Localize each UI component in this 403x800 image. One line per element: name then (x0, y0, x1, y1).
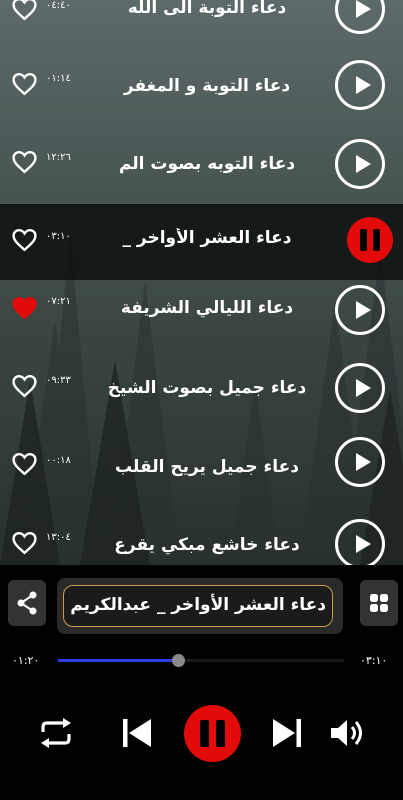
playlist-row[interactable]: ٠٧:٢١ دعاء الليالي الشريفة (0, 272, 403, 348)
playlist: ٠٤:٤٠ دعاء التوبة الى الله ٠١:١٤ دعاء ال… (0, 0, 403, 565)
track-title[interactable]: دعاء خاشع مبكي يقرع (92, 535, 322, 555)
track-title[interactable]: دعاء التوبه بصوت الم (92, 154, 322, 174)
play-button[interactable] (335, 363, 385, 413)
track-duration: ٠٩:٣٣ (46, 375, 71, 386)
pause-button-main[interactable] (184, 705, 241, 762)
play-icon (356, 301, 371, 319)
play-icon (356, 155, 371, 173)
play-button[interactable] (335, 60, 385, 110)
playlist-row[interactable]: ٠٤:٤٠ دعاء التوبة الى الله (0, 0, 403, 46)
track-duration: ٠٣:١٠ (46, 231, 71, 242)
track-duration: ٠٧:٢١ (46, 296, 71, 307)
play-icon (356, 76, 371, 94)
share-button[interactable] (8, 580, 46, 626)
favorite-heart-icon[interactable] (11, 296, 38, 320)
track-title[interactable]: دعاء التوبة الى الله (92, 0, 322, 18)
pause-button[interactable] (347, 217, 393, 263)
play-button[interactable] (335, 139, 385, 189)
track-duration: ١٢:٢٦ (46, 152, 71, 163)
skip-previous-icon (123, 719, 151, 747)
playlist-row[interactable]: ١٣:٠٤ دعاء خاشع مبكي يقرع (0, 506, 403, 565)
track-title[interactable]: دعاء الليالي الشريفة (92, 298, 322, 318)
pause-icon (200, 720, 209, 747)
favorite-heart-icon[interactable] (11, 374, 38, 398)
track-title[interactable]: دعاء جميل بصوت الشيخ (92, 378, 322, 398)
grid-icon (370, 594, 388, 612)
next-button[interactable] (270, 716, 304, 750)
previous-button[interactable] (120, 716, 154, 750)
play-icon (356, 379, 371, 397)
track-duration: ٠٠:١٨ (46, 455, 71, 466)
playlist-row[interactable]: ٠٠:١٨ دعاء جميل يريح القلب (0, 428, 403, 504)
track-title[interactable]: دعاء جميل يريح القلب (92, 457, 322, 477)
favorite-heart-icon[interactable] (11, 150, 38, 174)
share-icon (17, 591, 37, 615)
skip-next-icon (273, 719, 301, 747)
play-button[interactable] (335, 519, 385, 565)
elapsed-time: ٠١:٢٠ (12, 654, 40, 667)
seek-thumb[interactable] (172, 654, 185, 667)
track-title[interactable]: دعاء التوبة و المغفر (92, 76, 322, 96)
favorite-heart-icon[interactable] (11, 72, 38, 96)
favorite-heart-icon[interactable] (11, 0, 38, 21)
play-button[interactable] (335, 285, 385, 335)
play-button[interactable] (335, 437, 385, 487)
volume-button[interactable] (328, 716, 366, 750)
playlist-row[interactable]: ٠٩:٣٣ دعاء جميل بصوت الشيخ (0, 350, 403, 426)
playlist-row-active[interactable]: ٠٣:١٠ دعاء العشر الأواخر _ (0, 204, 403, 280)
track-duration: ١٣:٠٤ (46, 532, 71, 543)
play-icon (356, 453, 371, 471)
track-title[interactable]: دعاء العشر الأواخر _ (92, 228, 322, 248)
pause-icon (360, 229, 367, 251)
volume-icon (331, 720, 362, 746)
now-playing-panel: دعاء العشر الأواخر _ عبدالكريم (57, 578, 343, 634)
seek-bar-progress (58, 659, 178, 662)
play-icon (356, 0, 371, 18)
playlist-row[interactable]: ٠١:١٤ دعاء التوبة و المغفر (0, 48, 403, 124)
now-playing-title: دعاء العشر الأواخر _ عبدالكريم (70, 595, 326, 615)
play-icon (356, 535, 371, 553)
track-duration: ٠٤:٤٠ (46, 0, 71, 11)
now-playing-box: دعاء العشر الأواخر _ عبدالكريم (63, 585, 333, 627)
playlist-row[interactable]: ١٢:٢٦ دعاء التوبه بصوت الم (0, 126, 403, 202)
favorite-heart-icon[interactable] (11, 452, 38, 476)
favorite-heart-icon[interactable] (11, 531, 38, 555)
track-duration: ٠١:١٤ (46, 73, 71, 84)
total-time: ٠٣:١٠ (360, 654, 388, 667)
repeat-button[interactable] (37, 716, 75, 750)
favorite-heart-icon[interactable] (11, 228, 38, 252)
grid-menu-button[interactable] (360, 580, 398, 626)
play-button[interactable] (335, 0, 385, 34)
